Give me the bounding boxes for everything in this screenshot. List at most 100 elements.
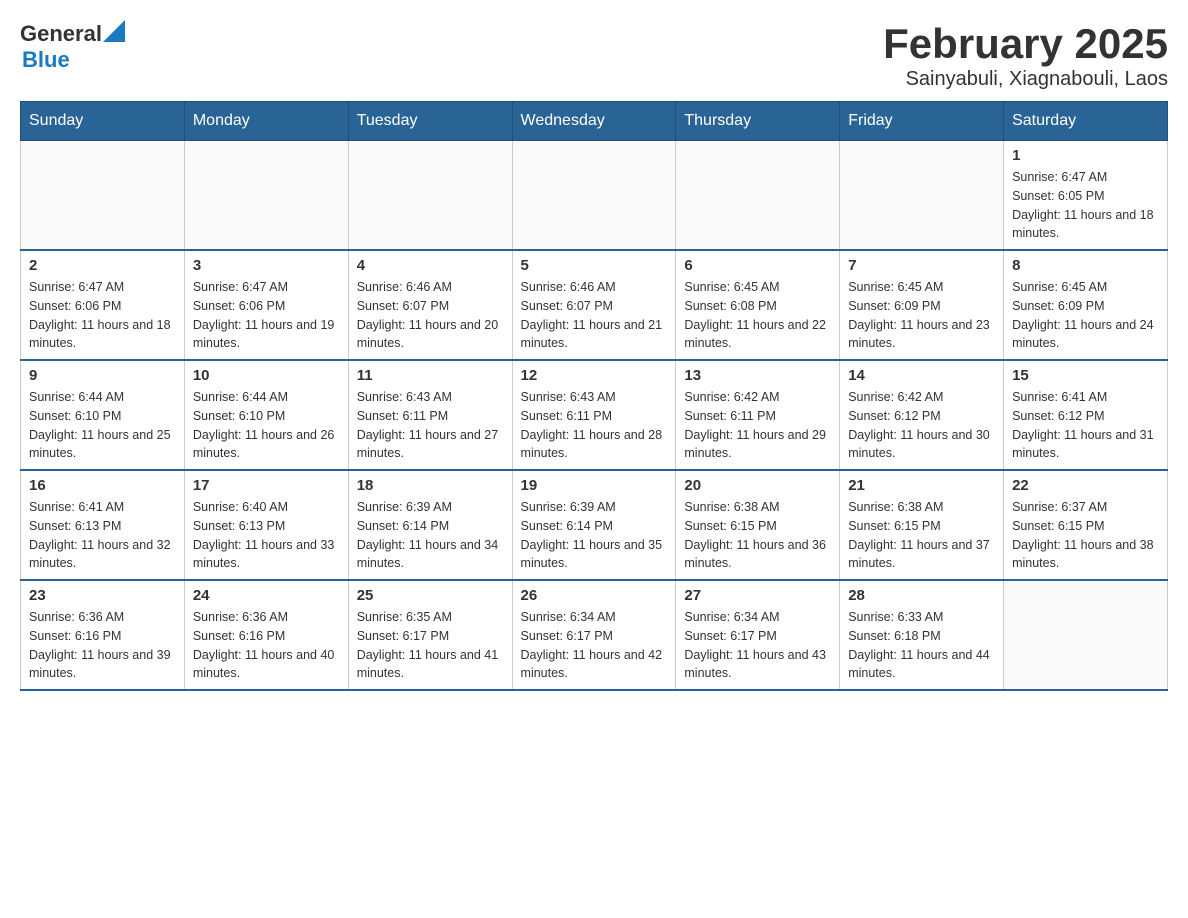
day-number: 22 [1012, 477, 1159, 494]
day-info: Sunrise: 6:45 AMSunset: 6:09 PMDaylight:… [848, 278, 995, 353]
calendar-week-row: 16 Sunrise: 6:41 AMSunset: 6:13 PMDayligh… [21, 470, 1168, 580]
table-row: 20 Sunrise: 6:38 AMSunset: 6:15 PMDayligh… [676, 470, 840, 580]
table-row: 6 Sunrise: 6:45 AMSunset: 6:08 PMDaylight… [676, 250, 840, 360]
day-info: Sunrise: 6:42 AMSunset: 6:12 PMDaylight:… [848, 388, 995, 463]
table-row: 2Sunrise: 6:47 AMSunset: 6:06 PMDaylight… [21, 250, 185, 360]
day-info: Sunrise: 6:43 AMSunset: 6:11 PMDaylight:… [357, 388, 504, 463]
col-sunday: Sunday [21, 102, 185, 141]
day-info: Sunrise: 6:45 AMSunset: 6:08 PMDaylight:… [684, 278, 831, 353]
day-info: Sunrise: 6:40 AMSunset: 6:13 PMDaylight:… [193, 498, 340, 573]
day-info: Sunrise: 6:39 AMSunset: 6:14 PMDaylight:… [357, 498, 504, 573]
table-row: 3 Sunrise: 6:47 AMSunset: 6:06 PMDaylight… [184, 250, 348, 360]
day-info: Sunrise: 6:33 AMSunset: 6:18 PMDaylight:… [848, 608, 995, 683]
table-row [348, 141, 512, 251]
table-row: 14 Sunrise: 6:42 AMSunset: 6:12 PMDayligh… [840, 360, 1004, 470]
table-row: 24 Sunrise: 6:36 AMSunset: 6:16 PMDayligh… [184, 580, 348, 690]
logo-blue-text: Blue [22, 47, 70, 73]
day-number: 3 [193, 257, 340, 274]
day-info: Sunrise: 6:39 AMSunset: 6:14 PMDaylight:… [521, 498, 668, 573]
day-info: Sunrise: 6:44 AMSunset: 6:10 PMDaylight:… [193, 388, 340, 463]
table-row [184, 141, 348, 251]
day-info: Sunrise: 6:42 AMSunset: 6:11 PMDaylight:… [684, 388, 831, 463]
logo: General Blue [20, 20, 125, 73]
table-row [512, 141, 676, 251]
col-tuesday: Tuesday [348, 102, 512, 141]
table-row: 18 Sunrise: 6:39 AMSunset: 6:14 PMDayligh… [348, 470, 512, 580]
day-number: 15 [1012, 367, 1159, 384]
calendar-week-row: 9 Sunrise: 6:44 AMSunset: 6:10 PMDaylight… [21, 360, 1168, 470]
table-row: 1 Sunrise: 6:47 AMSunset: 6:05 PMDaylight… [1004, 141, 1168, 251]
table-row: 25Sunrise: 6:35 AMSunset: 6:17 PMDayligh… [348, 580, 512, 690]
day-number: 19 [521, 477, 668, 494]
day-number: 6 [684, 257, 831, 274]
day-info: Sunrise: 6:35 AMSunset: 6:17 PMDaylight:… [357, 608, 504, 683]
table-row: 27Sunrise: 6:34 AMSunset: 6:17 PMDayligh… [676, 580, 840, 690]
day-info: Sunrise: 6:41 AMSunset: 6:12 PMDaylight:… [1012, 388, 1159, 463]
calendar-header-row: Sunday Monday Tuesday Wednesday Thursday… [21, 102, 1168, 141]
table-row: 21 Sunrise: 6:38 AMSunset: 6:15 PMDayligh… [840, 470, 1004, 580]
day-number: 23 [29, 587, 176, 604]
day-info: Sunrise: 6:41 AMSunset: 6:13 PMDaylight:… [29, 498, 176, 573]
day-info: Sunrise: 6:37 AMSunset: 6:15 PMDaylight:… [1012, 498, 1159, 573]
table-row: 15 Sunrise: 6:41 AMSunset: 6:12 PMDayligh… [1004, 360, 1168, 470]
day-number: 1 [1012, 147, 1159, 164]
day-number: 16 [29, 477, 176, 494]
table-row [840, 141, 1004, 251]
table-row: 28Sunrise: 6:33 AMSunset: 6:18 PMDayligh… [840, 580, 1004, 690]
day-number: 27 [684, 587, 831, 604]
table-row: 19 Sunrise: 6:39 AMSunset: 6:14 PMDayligh… [512, 470, 676, 580]
day-number: 18 [357, 477, 504, 494]
day-number: 2 [29, 257, 176, 274]
day-info: Sunrise: 6:45 AMSunset: 6:09 PMDaylight:… [1012, 278, 1159, 353]
day-number: 10 [193, 367, 340, 384]
page-subtitle: Sainyabuli, Xiagnabouli, Laos [883, 68, 1168, 91]
day-number: 14 [848, 367, 995, 384]
table-row: 10 Sunrise: 6:44 AMSunset: 6:10 PMDayligh… [184, 360, 348, 470]
day-info: Sunrise: 6:36 AMSunset: 6:16 PMDaylight:… [193, 608, 340, 683]
day-info: Sunrise: 6:38 AMSunset: 6:15 PMDaylight:… [848, 498, 995, 573]
calendar-week-row: 23 Sunrise: 6:36 AMSunset: 6:16 PMDayligh… [21, 580, 1168, 690]
col-saturday: Saturday [1004, 102, 1168, 141]
table-row [676, 141, 840, 251]
day-info: Sunrise: 6:47 AMSunset: 6:05 PMDaylight:… [1012, 168, 1159, 243]
day-info: Sunrise: 6:46 AMSunset: 6:07 PMDaylight:… [357, 278, 504, 353]
table-row: 9Sunrise: 6:44 AMSunset: 6:10 PMDaylight… [21, 360, 185, 470]
table-row: 26 Sunrise: 6:34 AMSunset: 6:17 PMDayligh… [512, 580, 676, 690]
day-number: 21 [848, 477, 995, 494]
col-thursday: Thursday [676, 102, 840, 141]
day-number: 12 [521, 367, 668, 384]
table-row: 22 Sunrise: 6:37 AMSunset: 6:15 PMDayligh… [1004, 470, 1168, 580]
day-info: Sunrise: 6:34 AMSunset: 6:17 PMDaylight:… [521, 608, 668, 683]
col-wednesday: Wednesday [512, 102, 676, 141]
day-number: 7 [848, 257, 995, 274]
day-info: Sunrise: 6:47 AMSunset: 6:06 PMDaylight:… [193, 278, 340, 353]
logo-general-text: General [20, 21, 102, 47]
table-row: 8 Sunrise: 6:45 AMSunset: 6:09 PMDaylight… [1004, 250, 1168, 360]
title-block: February 2025 Sainyabuli, Xiagnabouli, L… [883, 20, 1168, 91]
day-info: Sunrise: 6:36 AMSunset: 6:16 PMDaylight:… [29, 608, 176, 683]
day-number: 8 [1012, 257, 1159, 274]
day-info: Sunrise: 6:46 AMSunset: 6:07 PMDaylight:… [521, 278, 668, 353]
col-friday: Friday [840, 102, 1004, 141]
day-number: 13 [684, 367, 831, 384]
day-number: 9 [29, 367, 176, 384]
calendar-week-row: 2 Sunrise: 6:47 AMSunset: 6:06 PMDaylight… [21, 250, 1168, 360]
logo-triangle-icon [103, 20, 125, 42]
day-number: 26 [521, 587, 668, 604]
table-row: 4 Sunrise: 6:46 AMSunset: 6:07 PMDaylight… [348, 250, 512, 360]
day-number: 24 [193, 587, 340, 604]
page-title: February 2025 [883, 20, 1168, 68]
table-row: 12Sunrise: 6:43 AMSunset: 6:11 PMDayligh… [512, 360, 676, 470]
table-row: 17 Sunrise: 6:40 AMSunset: 6:13 PMDayligh… [184, 470, 348, 580]
table-row [21, 141, 185, 251]
col-monday: Monday [184, 102, 348, 141]
table-row: 23 Sunrise: 6:36 AMSunset: 6:16 PMDayligh… [21, 580, 185, 690]
day-number: 20 [684, 477, 831, 494]
table-row: 11Sunrise: 6:43 AMSunset: 6:11 PMDayligh… [348, 360, 512, 470]
day-number: 4 [357, 257, 504, 274]
day-number: 5 [521, 257, 668, 274]
table-row [1004, 580, 1168, 690]
day-number: 17 [193, 477, 340, 494]
day-info: Sunrise: 6:38 AMSunset: 6:15 PMDaylight:… [684, 498, 831, 573]
table-row: 5 Sunrise: 6:46 AMSunset: 6:07 PMDaylight… [512, 250, 676, 360]
